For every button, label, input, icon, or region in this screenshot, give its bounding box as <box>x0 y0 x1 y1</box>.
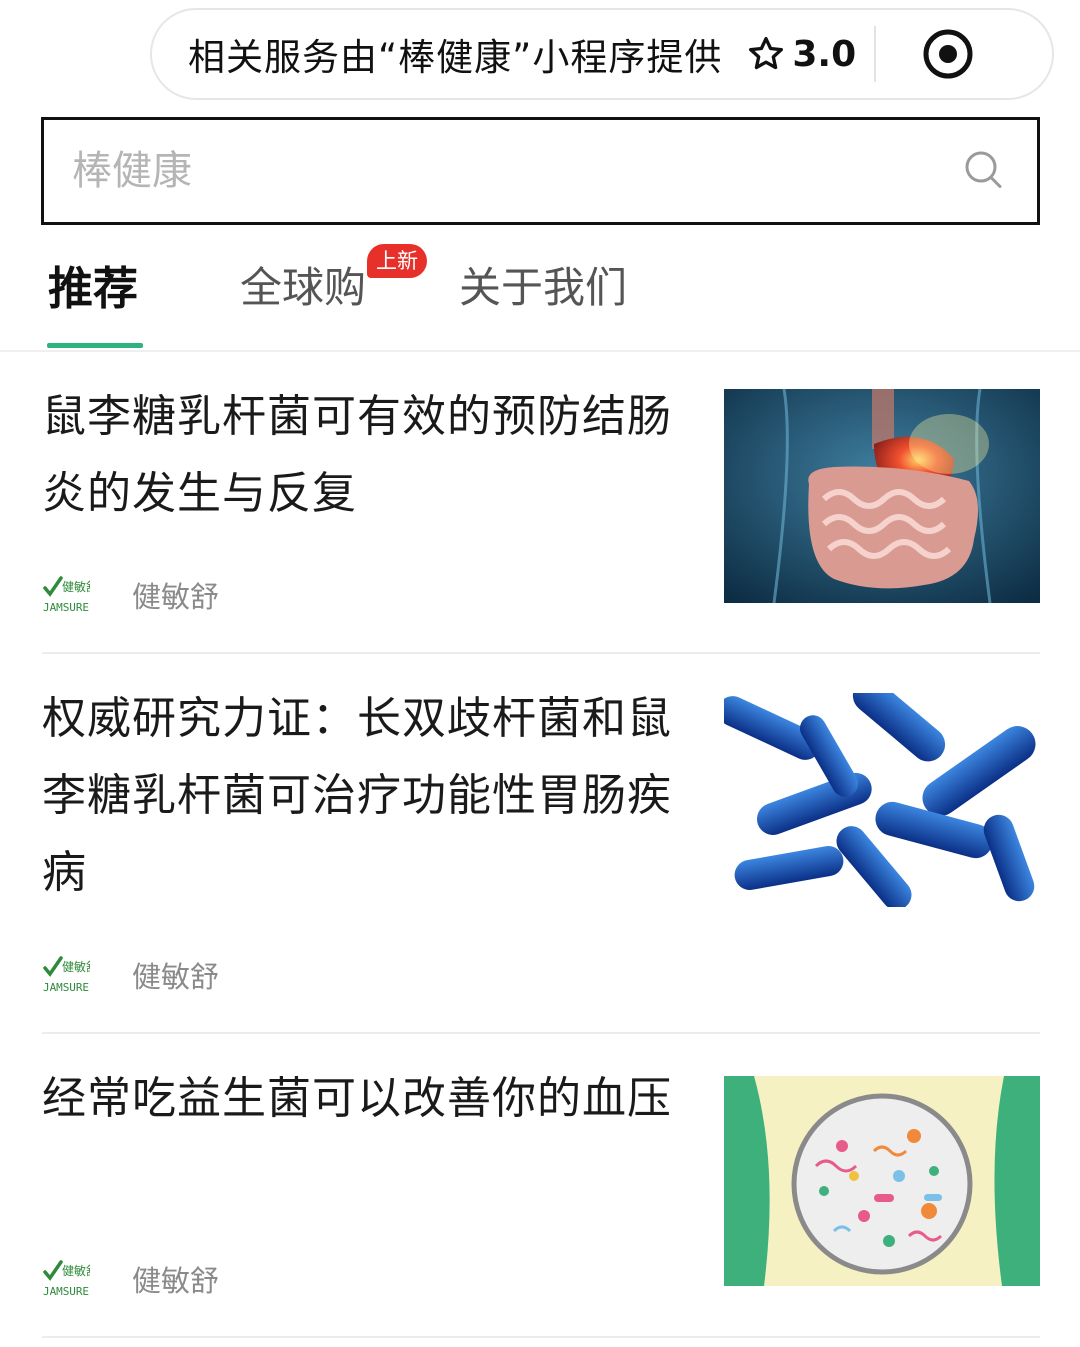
bacteria-image <box>724 693 1040 907</box>
article-divider <box>42 1032 1040 1034</box>
search-icon[interactable] <box>963 149 1007 193</box>
jamsure-logo: 健敏舒 JAMSURE <box>42 1259 90 1299</box>
new-badge: 上新 <box>367 244 427 278</box>
logo-brand-text: 健敏舒 <box>62 1263 90 1278</box>
logo-brand-text: 健敏舒 <box>62 959 90 974</box>
tab-bar: 推荐 全球购 上新 关于我们 <box>0 240 1080 352</box>
logo-brand-text: 健敏舒 <box>62 579 90 594</box>
logo-sub-text: JAMSURE <box>43 981 89 994</box>
article-meta: 健敏舒 JAMSURE 健敏舒 <box>42 1258 219 1300</box>
star-outline-icon[interactable] <box>746 34 786 74</box>
digestive-system-image <box>724 389 1040 603</box>
search-box[interactable] <box>41 117 1040 225</box>
mini-program-capsule: 相关服务由“棒健康”小程序提供 3.0 <box>150 8 1054 100</box>
jamsure-logo: 健敏舒 JAMSURE <box>42 955 90 995</box>
article-title[interactable]: 鼠李糖乳杆菌可有效的预防结肠炎的发生与反复 <box>42 378 692 532</box>
article-card[interactable]: 经常吃益生菌可以改善你的血压 健敏舒 JAMSURE 健敏舒 <box>42 1060 1040 1310</box>
article-title[interactable]: 权威研究力证：长双歧杆菌和鼠李糖乳杆菌可治疗功能性胃肠疾病 <box>42 680 692 911</box>
target-icon[interactable] <box>920 26 976 82</box>
article-card[interactable]: 鼠李糖乳杆菌可有效的预防结肠炎的发生与反复 健敏舒 JAMSURE 健敏舒 <box>42 378 1040 628</box>
article-card[interactable]: 权威研究力证：长双歧杆菌和鼠李糖乳杆菌可治疗功能性胃肠疾病 健敏舒 JAMSUR… <box>42 680 1040 1010</box>
article-divider <box>42 1336 1040 1338</box>
article-source: 健敏舒 <box>132 1264 220 1298</box>
article-title[interactable]: 经常吃益生菌可以改善你的血压 <box>42 1060 692 1137</box>
article-source: 健敏舒 <box>132 960 220 994</box>
tab-recommend[interactable]: 推荐 <box>48 252 138 317</box>
rating-value: 3.0 <box>792 33 857 75</box>
capsule-divider <box>874 26 877 82</box>
gut-microbiome-image <box>724 1076 1040 1286</box>
service-provider-text: 相关服务由“棒健康”小程序提供 <box>188 36 723 79</box>
article-source: 健敏舒 <box>132 580 220 614</box>
article-divider <box>42 652 1040 654</box>
logo-sub-text: JAMSURE <box>43 601 89 614</box>
article-meta: 健敏舒 JAMSURE 健敏舒 <box>42 954 219 996</box>
logo-sub-text: JAMSURE <box>43 1285 89 1298</box>
jamsure-logo: 健敏舒 JAMSURE <box>42 575 90 615</box>
article-meta: 健敏舒 JAMSURE 健敏舒 <box>42 574 219 616</box>
tab-global-shopping[interactable]: 全球购 <box>240 254 366 315</box>
active-tab-indicator <box>47 343 143 348</box>
tab-about-us[interactable]: 关于我们 <box>459 254 627 315</box>
search-input[interactable] <box>44 120 963 222</box>
